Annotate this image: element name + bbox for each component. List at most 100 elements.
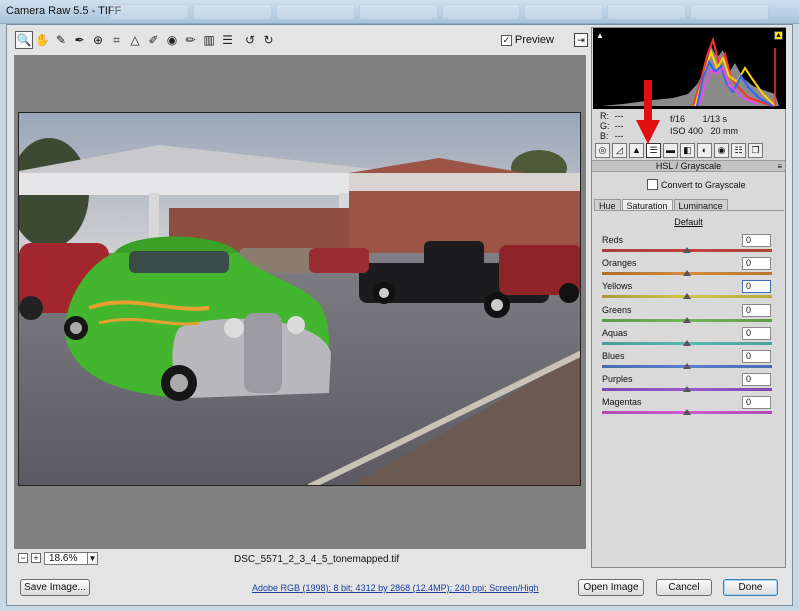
hand-icon[interactable]: ✋ (34, 31, 52, 49)
r-label: R: (600, 111, 609, 121)
slider-label: Purples (602, 374, 633, 385)
toolbar: 🔍 ✋ ✎ ✒ ⊕ ⌗ △ ✐ ◉ ✏ ▥ ☰ ↺ ↻ ✓ Preview ⇥ (7, 27, 588, 53)
background-taskbar (110, 4, 769, 20)
panel-title: HSL / Grayscale ≡ (592, 160, 785, 172)
red-eye-icon[interactable]: ◉ (163, 31, 181, 49)
preferences-icon[interactable]: ☰ (219, 31, 237, 49)
panel-menu-icon[interactable]: ≡ (777, 162, 782, 172)
spot-removal-icon[interactable]: ✐ (145, 31, 163, 49)
effects-tab-icon[interactable]: ◐ (697, 142, 712, 158)
adjustment-brush-icon[interactable]: ✏ (182, 31, 200, 49)
slider-label: Magentas (602, 397, 642, 408)
aperture: f/16 (670, 114, 686, 124)
title-bar: Camera Raw 5.5 - TIFF (0, 0, 799, 24)
slider-label: Blues (602, 351, 625, 361)
slider-purples: Purples 0 (602, 373, 774, 398)
slider-value-field[interactable]: 0 (742, 234, 771, 247)
histogram: ▲ ▲ (593, 28, 786, 109)
zoom-icon[interactable]: 🔍 (15, 31, 33, 49)
slider-label: Reds (602, 235, 624, 245)
slider-thumb[interactable] (683, 293, 691, 300)
snapshots-tab-icon[interactable]: ❐ (748, 142, 763, 158)
slider-label: Yellows (602, 281, 633, 292)
straighten-icon[interactable]: △ (126, 31, 144, 49)
white-balance-icon[interactable]: ✎ (52, 31, 70, 49)
r-value: --- (614, 111, 624, 121)
slider-value-field[interactable]: 0 (742, 257, 771, 271)
slider-aquas: Aquas 0 (602, 326, 774, 352)
b-label: B: (600, 131, 609, 141)
slider-thumb[interactable] (683, 339, 691, 346)
slider-thumb[interactable] (683, 247, 691, 253)
preview-checkbox[interactable]: ✓ (500, 34, 512, 46)
basic-tab-icon[interactable]: ◎ (595, 142, 610, 158)
g-label: G: (600, 121, 610, 131)
workflow-options-link[interactable]: Adobe RGB (1998); 8 bit; 4312 by 2868 (1… (252, 583, 539, 593)
preview-image (18, 112, 581, 486)
tab-hue[interactable]: Hue (594, 199, 621, 211)
default-link[interactable]: Default (592, 217, 785, 227)
preview-toggle[interactable]: ✓ Preview (500, 33, 554, 47)
slider-thumb[interactable] (683, 363, 691, 369)
red-arrow-annotation (636, 80, 660, 144)
slider-thumb[interactable] (683, 386, 691, 393)
slider-reds: Reds 0 (602, 234, 774, 259)
panel-tabs: ◎ ◿ ▲ ☰ ▬ ◧ ◐ ◉ ☷ ❐ (592, 141, 785, 159)
graduated-filter-icon[interactable]: ▥ (200, 31, 218, 49)
exif-info: f/16 1/13 s ISO 400 20 mm (670, 113, 741, 137)
slider-thumb[interactable] (683, 316, 691, 323)
slider-thumb[interactable] (683, 270, 691, 277)
slider-value-field[interactable]: 0 (742, 280, 771, 294)
tab-luminance[interactable]: Luminance (673, 199, 728, 211)
slider-label: Aquas (602, 327, 628, 338)
preview-label: Preview (514, 34, 554, 46)
slider-greens: Greens 0 (602, 303, 774, 329)
slider-value-field[interactable]: 0 (742, 350, 771, 363)
slider-thumb[interactable] (683, 409, 691, 416)
target-adjust-icon[interactable]: ⊕ (89, 31, 107, 49)
rgb-readout: R: --- G: --- B: --- (600, 111, 627, 141)
grayscale-label: Convert to Grayscale (661, 179, 746, 190)
presets-tab-icon[interactable]: ☷ (731, 142, 746, 158)
camera-calibration-tab-icon[interactable]: ◉ (714, 142, 729, 158)
slider-value-field[interactable]: 0 (742, 326, 771, 340)
slider-value-field[interactable]: 0 (742, 396, 771, 410)
grayscale-checkbox[interactable] (647, 179, 658, 190)
hsl-subtabs: Hue Saturation Luminance (594, 199, 784, 211)
slider-label: Greens (602, 304, 632, 315)
slider-blues: Blues 0 (602, 350, 774, 375)
slider-oranges: Oranges 0 (602, 257, 774, 282)
zoom-bar: − + 18.6% ▼ DSC_5571_2_3_4_5_tonemapped.… (14, 549, 586, 568)
slider-value-field[interactable]: 0 (742, 373, 771, 387)
fullscreen-icon[interactable]: ⇥ (574, 33, 588, 47)
iso: ISO 400 (670, 126, 704, 136)
zoom-level-field[interactable]: 18.6% (44, 552, 88, 565)
zoom-in-button[interactable]: + (31, 553, 41, 563)
filename-label: DSC_5571_2_3_4_5_tonemapped.tif (234, 554, 400, 565)
open-image-button[interactable]: Open Image (578, 579, 644, 596)
convert-grayscale[interactable]: Convert to Grayscale (647, 179, 746, 190)
cancel-button[interactable]: Cancel (656, 579, 712, 596)
split-toning-tab-icon[interactable]: ▬ (663, 142, 678, 158)
crop-icon[interactable]: ⌗ (108, 31, 126, 49)
focal-length: 20 mm (710, 126, 739, 136)
window-title: Camera Raw 5.5 - TIFF (6, 5, 122, 17)
rotate-left-icon[interactable]: ↺ (241, 31, 259, 49)
lens-corrections-tab-icon[interactable]: ◧ (680, 142, 695, 158)
slider-magentas: Magentas 0 (602, 396, 774, 421)
shutter-speed: 1/13 s (702, 114, 728, 124)
color-sampler-icon[interactable]: ✒ (71, 31, 89, 49)
g-value: --- (614, 121, 624, 131)
zoom-dropdown-icon[interactable]: ▼ (87, 552, 98, 565)
b-value: --- (614, 131, 624, 141)
panel-title-text: HSL / Grayscale (655, 161, 722, 171)
tone-curve-tab-icon[interactable]: ◿ (612, 142, 627, 158)
slider-value-field[interactable]: 0 (742, 303, 771, 317)
slider-label: Oranges (602, 258, 637, 269)
rotate-right-icon[interactable]: ↻ (260, 31, 278, 49)
tab-saturation[interactable]: Saturation (621, 199, 673, 211)
save-image-button[interactable]: Save Image... (20, 579, 90, 596)
done-button[interactable]: Done (723, 579, 778, 596)
zoom-out-button[interactable]: − (18, 553, 28, 563)
right-panel: ▲ ▲ R: --- G: --- B: --- f/16 1/13 s ISO… (591, 27, 786, 568)
